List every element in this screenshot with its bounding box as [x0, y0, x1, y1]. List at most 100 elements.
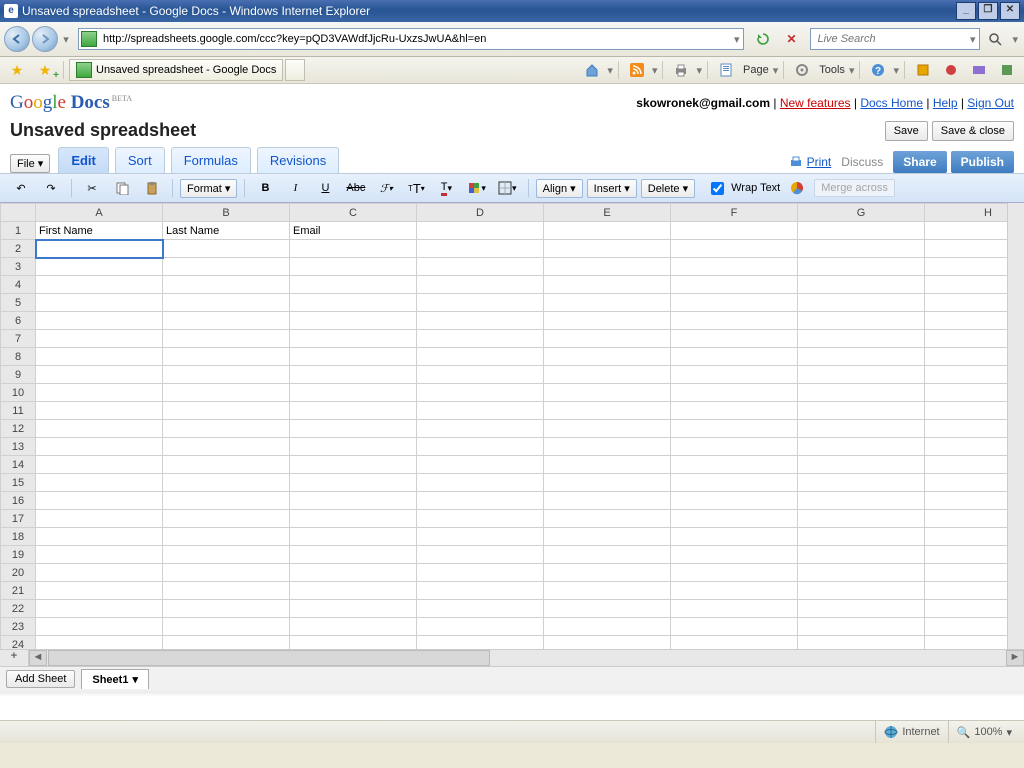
cell-F16[interactable]	[671, 492, 798, 510]
cell-G2[interactable]	[798, 240, 925, 258]
cell-E21[interactable]	[544, 582, 671, 600]
cell-E15[interactable]	[544, 474, 671, 492]
wrap-text-toggle[interactable]: Wrap Text	[707, 179, 780, 198]
cell-D13[interactable]	[417, 438, 544, 456]
hscroll-left[interactable]: ◄	[29, 650, 47, 666]
cell-A22[interactable]	[36, 600, 163, 618]
help-button[interactable]: ?	[865, 59, 891, 81]
row-header[interactable]: 12	[1, 420, 36, 438]
cell-A9[interactable]	[36, 366, 163, 384]
cell-B1[interactable]: Last Name	[163, 222, 290, 240]
cell-A19[interactable]	[36, 546, 163, 564]
feeds-button[interactable]	[624, 59, 650, 81]
insert-menu[interactable]: Insert ▾	[587, 179, 637, 198]
favorites-center-button[interactable]: ★	[4, 59, 30, 81]
cell-B3[interactable]	[163, 258, 290, 276]
help-link[interactable]: Help	[933, 96, 958, 110]
cell-A21[interactable]	[36, 582, 163, 600]
col-header-C[interactable]: C	[290, 204, 417, 222]
cell-H13[interactable]	[925, 438, 1008, 456]
file-menu[interactable]: File ▾	[10, 154, 50, 173]
cell-C4[interactable]	[290, 276, 417, 294]
cell-D12[interactable]	[417, 420, 544, 438]
docs-home-link[interactable]: Docs Home	[860, 96, 923, 110]
row-header[interactable]: 2	[1, 240, 36, 258]
cell-C21[interactable]	[290, 582, 417, 600]
cell-C14[interactable]	[290, 456, 417, 474]
cell-E3[interactable]	[544, 258, 671, 276]
cell-F10[interactable]	[671, 384, 798, 402]
cell-D9[interactable]	[417, 366, 544, 384]
cell-H23[interactable]	[925, 618, 1008, 636]
add-rows-button[interactable]: +	[0, 650, 29, 666]
cell-F23[interactable]	[671, 618, 798, 636]
cell-C24[interactable]	[290, 636, 417, 650]
strikethrough-button[interactable]: Abc	[342, 177, 369, 199]
col-header-F[interactable]: F	[671, 204, 798, 222]
cell-F22[interactable]	[671, 600, 798, 618]
forward-button[interactable]	[32, 26, 58, 52]
format-menu[interactable]: Format ▾	[180, 179, 237, 198]
cell-C3[interactable]	[290, 258, 417, 276]
cell-C7[interactable]	[290, 330, 417, 348]
publish-button[interactable]: Publish	[951, 151, 1014, 173]
add-favorite-button[interactable]: ★+	[32, 59, 58, 81]
tools-menu-button[interactable]	[789, 59, 815, 81]
cell-G3[interactable]	[798, 258, 925, 276]
search-dropdown-icon[interactable]: ▾	[970, 33, 976, 46]
font-family-button[interactable]: ℱ▾	[373, 177, 399, 199]
row-header[interactable]: 10	[1, 384, 36, 402]
tab-edit[interactable]: Edit	[58, 147, 109, 173]
new-tab-button[interactable]	[285, 59, 305, 81]
cell-A16[interactable]	[36, 492, 163, 510]
cell-C20[interactable]	[290, 564, 417, 582]
cell-G20[interactable]	[798, 564, 925, 582]
tab-formulas[interactable]: Formulas	[171, 147, 251, 173]
cell-H8[interactable]	[925, 348, 1008, 366]
cell-A18[interactable]	[36, 528, 163, 546]
cell-D17[interactable]	[417, 510, 544, 528]
cell-G10[interactable]	[798, 384, 925, 402]
page-menu-button[interactable]	[713, 59, 739, 81]
cell-H17[interactable]	[925, 510, 1008, 528]
cell-A1[interactable]: First Name	[36, 222, 163, 240]
cell-E13[interactable]	[544, 438, 671, 456]
google-docs-logo[interactable]: Google DocsBETA	[10, 92, 132, 114]
cell-C18[interactable]	[290, 528, 417, 546]
print-dd[interactable]: ▾	[696, 64, 702, 77]
close-button[interactable]: ✕	[1000, 2, 1020, 20]
tools-dd[interactable]: ▾	[849, 64, 855, 77]
col-header-B[interactable]: B	[163, 204, 290, 222]
ext-icon-1[interactable]	[910, 59, 936, 81]
discuss-button[interactable]: Discuss	[835, 151, 889, 173]
cell-A10[interactable]	[36, 384, 163, 402]
cell-C12[interactable]	[290, 420, 417, 438]
cell-B23[interactable]	[163, 618, 290, 636]
col-header-D[interactable]: D	[417, 204, 544, 222]
cell-H1[interactable]	[925, 222, 1008, 240]
search-options-dropdown[interactable]: ▾	[1010, 33, 1020, 46]
cell-D18[interactable]	[417, 528, 544, 546]
cell-C17[interactable]	[290, 510, 417, 528]
redo-button[interactable]: ↷	[38, 177, 64, 199]
cell-E17[interactable]	[544, 510, 671, 528]
row-header[interactable]: 20	[1, 564, 36, 582]
save-close-button[interactable]: Save & close	[932, 121, 1014, 141]
cell-D15[interactable]	[417, 474, 544, 492]
cell-B2[interactable]	[163, 240, 290, 258]
search-box[interactable]: ▾	[810, 28, 980, 50]
cell-A15[interactable]	[36, 474, 163, 492]
row-header[interactable]: 9	[1, 366, 36, 384]
cell-C6[interactable]	[290, 312, 417, 330]
cell-A8[interactable]	[36, 348, 163, 366]
feeds-dd[interactable]: ▾	[652, 64, 658, 77]
cell-D22[interactable]	[417, 600, 544, 618]
row-header[interactable]: 8	[1, 348, 36, 366]
cell-D23[interactable]	[417, 618, 544, 636]
security-zone[interactable]: Internet	[875, 721, 947, 743]
cell-A24[interactable]	[36, 636, 163, 650]
cell-G11[interactable]	[798, 402, 925, 420]
cell-G17[interactable]	[798, 510, 925, 528]
cell-E11[interactable]	[544, 402, 671, 420]
cell-H10[interactable]	[925, 384, 1008, 402]
